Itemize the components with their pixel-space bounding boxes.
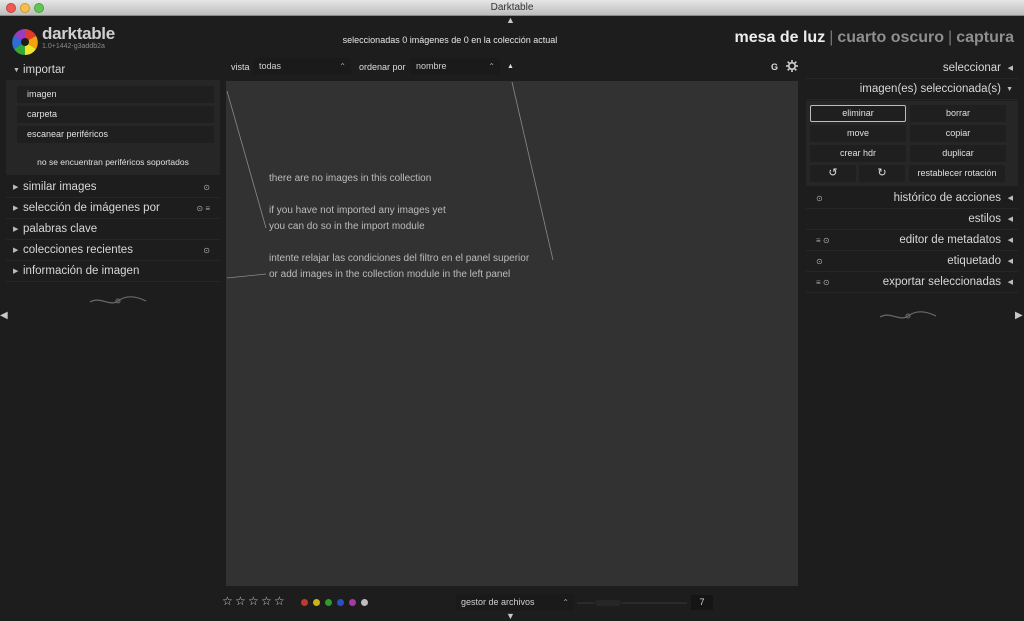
collapsed-triangle-icon: ◀ [1007,216,1013,223]
import-hint-line-2: you can do so in the import module [269,221,425,232]
color-label-purple[interactable] [349,599,356,606]
zoom-value-field[interactable]: 7 [691,595,713,610]
copy-button[interactable]: copiar [910,125,1006,142]
module-styles[interactable]: estilos ◀ [806,209,1018,230]
duplicate-button[interactable]: duplicar [910,145,1006,162]
color-label-yellow[interactable] [313,599,320,606]
module-options-icon[interactable]: ≡ ⊙ [816,230,830,251]
collapsed-triangle-icon: ◀ [1007,258,1013,265]
delete-button[interactable]: borrar [910,105,1006,122]
module-label: estilos [968,213,1001,225]
layout-select[interactable]: gestor de archivos ⌃ [456,594,574,611]
rotate-right-icon[interactable]: ↻ [859,165,905,182]
filter-hint-line-2: or add images in the collection module i… [269,269,511,280]
star-rating-1-icon[interactable]: ☆ [222,594,233,608]
remove-button[interactable]: eliminar [810,105,906,122]
zoom-slider-handle[interactable] [595,599,621,607]
module-label: histórico de acciones [893,192,1001,204]
import-hint-line-1: if you have not imported any images yet [269,205,446,216]
lighttable-center-area: there are no images in this collection i… [226,81,798,586]
collapsed-triangle-icon: ◀ [1007,237,1013,244]
filter-hint-line-1: intente relajar las condiciones del filt… [269,253,530,264]
collapsed-triangle-icon: ◀ [1007,65,1013,72]
module-label: etiquetado [947,255,1001,267]
collapsed-triangle-icon: ◀ [1007,195,1013,202]
module-label: exportar seleccionadas [882,276,1001,288]
updown-chevron-icon: ⌃ [562,598,569,607]
expanded-triangle-icon: ▼ [1006,86,1013,93]
layout-value: gestor de archivos [461,597,535,607]
module-metadata-editor[interactable]: ≡ ⊙ editor de metadatos ◀ [806,230,1018,251]
module-label: editor de metadatos [899,234,1001,246]
move-button[interactable]: move [810,125,906,142]
star-rating-4-icon[interactable]: ☆ [261,594,272,608]
module-select[interactable]: seleccionar ◀ [806,58,1018,79]
star-rating-5-icon[interactable]: ☆ [274,594,285,608]
color-label-red[interactable] [301,599,308,606]
bottom-toolbar: ☆ ☆ ☆ ☆ ☆ gestor de archivos ⌃ 7 [222,594,722,612]
empty-collection-message: there are no images in this collection [269,173,432,184]
module-options-icon[interactable]: ⊙ [816,188,823,209]
module-options-icon[interactable]: ⊙ [816,251,823,272]
module-label: imagen(es) seleccionada(s) [859,83,1001,95]
color-label-green[interactable] [325,599,332,606]
module-options-icon[interactable]: ≡ ⊙ [816,272,830,293]
module-export-selected[interactable]: ≡ ⊙ exportar seleccionadas ◀ [806,272,1018,293]
color-label-blue[interactable] [337,599,344,606]
collapsed-triangle-icon: ◀ [1007,279,1013,286]
right-panel: seleccionar ◀ imagen(es) seleccionada(s)… [806,58,1018,293]
panel-end-swirl-icon [879,311,937,319]
color-label-clear[interactable] [361,599,368,606]
module-tagging[interactable]: ⊙ etiquetado ◀ [806,251,1018,272]
star-rating-2-icon[interactable]: ☆ [235,594,246,608]
module-label: seleccionar [942,62,1001,74]
rotate-left-icon[interactable]: ↺ [810,165,856,182]
zoom-slider-track[interactable] [577,602,687,604]
selected-images-body: eliminar borrar move copiar crear hdr du… [806,101,1018,186]
module-history-stack[interactable]: ⊙ histórico de acciones ◀ [806,188,1018,209]
create-hdr-button[interactable]: crear hdr [810,145,906,162]
star-rating-3-icon[interactable]: ☆ [248,594,259,608]
reset-rotation-button[interactable]: restablecer rotación [909,165,1005,182]
module-selected-images-header[interactable]: imagen(es) seleccionada(s) ▼ [806,79,1018,100]
